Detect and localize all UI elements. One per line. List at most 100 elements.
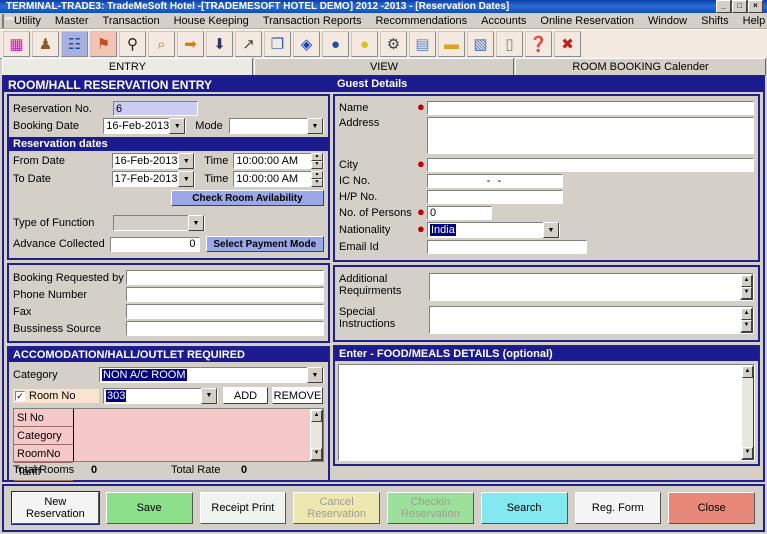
chevron-down-icon[interactable]: ▼ — [307, 367, 323, 383]
guest-photo-icon[interactable]: ♟ — [32, 31, 59, 57]
maximize-button[interactable]: □ — [732, 0, 747, 13]
room-no-select[interactable]: 303 ▼ — [103, 387, 218, 404]
chevron-down-icon[interactable]: ▼ — [169, 118, 186, 134]
reg-form-button[interactable]: Reg. Form — [574, 492, 662, 524]
system-menu-icon[interactable] — [2, 13, 13, 28]
chevron-down-icon[interactable]: ▼ — [201, 387, 217, 404]
additional-requirements-input[interactable]: ▲ ▼ — [429, 273, 754, 301]
food-details-input[interactable]: ▲ ▼ — [338, 364, 755, 461]
menu-item-transaction-reports[interactable]: Transaction Reports — [256, 15, 369, 27]
fax-input[interactable] — [126, 304, 324, 319]
copy-page-icon[interactable]: ❐ — [264, 31, 291, 57]
tab-view[interactable]: VIEW — [253, 58, 515, 76]
help-icon[interactable]: ❓ — [525, 31, 552, 57]
cancel-reservation-button[interactable]: Cancel Reservation — [293, 492, 380, 524]
guest-city-input[interactable] — [427, 158, 754, 172]
scroll-up-icon[interactable]: ▲ — [741, 275, 752, 287]
globe-flag-icon[interactable]: ⚑ — [90, 31, 117, 57]
chevron-down-icon[interactable]: ▼ — [178, 153, 195, 169]
guest-hp-no-input[interactable] — [427, 190, 563, 204]
guest-name-input[interactable] — [427, 101, 754, 115]
close-button[interactable]: Close — [668, 492, 755, 524]
tab-entry[interactable]: ENTRY — [2, 58, 253, 76]
diamond-icon[interactable]: ◈ — [293, 31, 320, 57]
check-room-availability-button[interactable]: Check Room Avilability — [171, 190, 324, 206]
receipt-print-button[interactable]: Receipt Print — [199, 492, 287, 524]
special-instructions-input[interactable]: ▲ ▼ — [429, 306, 754, 334]
lightbulb-icon[interactable]: ● — [351, 31, 378, 57]
to-time-input[interactable]: 10:00:00 AM ▲ ▼ — [233, 171, 324, 187]
menu-item-recommendations[interactable]: Recommendations — [368, 15, 474, 27]
new-reservation-button[interactable]: New Reservation — [11, 491, 100, 525]
business-source-input[interactable] — [126, 321, 324, 336]
scroll-down-icon[interactable]: ▼ — [741, 287, 752, 299]
menu-item-help[interactable]: Help — [736, 15, 767, 27]
search-button[interactable]: Search — [480, 492, 568, 524]
food-details-scrollbar[interactable]: ▲ ▼ — [741, 365, 754, 460]
tab-room-booking-calender[interactable]: ROOM BOOKING Calender — [515, 58, 767, 76]
scroll-up-icon[interactable]: ▲ — [741, 308, 752, 320]
binoculars-icon[interactable]: ⚲ — [119, 31, 146, 57]
menu-item-master[interactable]: Master — [48, 15, 96, 27]
scroll-down-icon[interactable]: ▼ — [742, 447, 753, 459]
room-grid-body[interactable] — [74, 409, 310, 461]
booking-date-picker[interactable]: 16-Feb-2013 ▼ — [103, 118, 187, 134]
close-red-icon[interactable]: ✖ — [554, 31, 581, 57]
close-window-button[interactable]: × — [748, 0, 763, 13]
guest-email-input[interactable] — [427, 240, 587, 254]
settings-gears-icon[interactable]: ⚙ — [380, 31, 407, 57]
minimize-button[interactable]: _ — [716, 0, 731, 13]
category-select[interactable]: NON A/C ROOM ▼ — [99, 367, 324, 383]
guest-nationality-select[interactable]: India ▼ — [427, 222, 560, 238]
booking-requested-by-input[interactable] — [126, 270, 324, 285]
chevron-down-icon[interactable]: ▼ — [188, 215, 204, 231]
menu-item-house-keeping[interactable]: House Keeping — [167, 15, 256, 27]
scroll-down-icon[interactable]: ▼ — [311, 448, 322, 460]
export-page-icon[interactable]: ➡ — [177, 31, 204, 57]
mobile-device-icon[interactable]: ▯ — [496, 31, 523, 57]
special-instructions-scrollbar[interactable]: ▲ ▼ — [740, 307, 753, 333]
checkin-reservation-button[interactable]: Checkin Reservation — [387, 492, 474, 524]
advance-collected-input[interactable]: 0 — [110, 236, 200, 252]
room-no-checkbox[interactable]: ✓ — [15, 390, 25, 401]
from-date-picker[interactable]: 16-Feb-2013 ▼ — [111, 153, 196, 169]
menu-item-utility[interactable]: Utility — [7, 15, 48, 27]
globe-blue-icon[interactable]: ● — [322, 31, 349, 57]
select-payment-mode-button[interactable]: Select Payment Mode — [205, 236, 324, 252]
chevron-down-icon[interactable]: ▼ — [178, 171, 195, 187]
scroll-track[interactable] — [311, 422, 322, 448]
window-form-icon[interactable]: ☷ — [61, 31, 88, 57]
scroll-up-icon[interactable]: ▲ — [311, 410, 322, 422]
to-date-picker[interactable]: 17-Feb-2013 ▼ — [111, 171, 196, 187]
phone-number-input[interactable] — [126, 287, 324, 302]
menu-item-online-reservation[interactable]: Online Reservation — [533, 15, 641, 27]
download-arrow-icon[interactable]: ⬇ — [206, 31, 233, 57]
guest-ic-no-input[interactable]: - - — [427, 174, 563, 188]
add-button[interactable]: ADD — [223, 387, 268, 404]
guest-no-of-persons-input[interactable]: 0 — [427, 206, 492, 220]
document-icon[interactable]: ▤ — [409, 31, 436, 57]
lock-icon[interactable]: ▬ — [438, 31, 465, 57]
from-time-stepper[interactable]: ▲ ▼ — [311, 153, 323, 169]
chevron-down-icon[interactable]: ▼ — [307, 118, 323, 134]
chart-line-icon[interactable]: ↗ — [235, 31, 262, 57]
menu-item-shifts[interactable]: Shifts — [694, 15, 736, 27]
scroll-up-icon[interactable]: ▲ — [742, 366, 753, 378]
color-palette-icon[interactable]: ▦ — [3, 31, 30, 57]
additional-requirements-scrollbar[interactable]: ▲ ▼ — [740, 274, 753, 300]
reservation-no-input[interactable]: 6 — [113, 101, 198, 116]
menu-item-accounts[interactable]: Accounts — [474, 15, 533, 27]
menu-item-window[interactable]: Window — [641, 15, 694, 27]
scroll-down-icon[interactable]: ▼ — [741, 320, 752, 332]
to-time-stepper[interactable]: ▲ ▼ — [311, 171, 323, 187]
save-button[interactable]: Save — [105, 492, 193, 524]
guest-address-input[interactable] — [427, 117, 754, 154]
type-of-function-select[interactable]: ▼ — [113, 215, 205, 231]
chevron-down-icon[interactable]: ▼ — [543, 222, 559, 238]
remove-button[interactable]: REMOVE — [272, 387, 323, 404]
scroll-track[interactable] — [742, 378, 753, 447]
room-grid-scrollbar[interactable]: ▲ ▼ — [310, 409, 323, 461]
from-time-input[interactable]: 10:00:00 AM ▲ ▼ — [233, 153, 324, 169]
menu-item-transaction[interactable]: Transaction — [96, 15, 167, 27]
user-card-icon[interactable]: ▧ — [467, 31, 494, 57]
